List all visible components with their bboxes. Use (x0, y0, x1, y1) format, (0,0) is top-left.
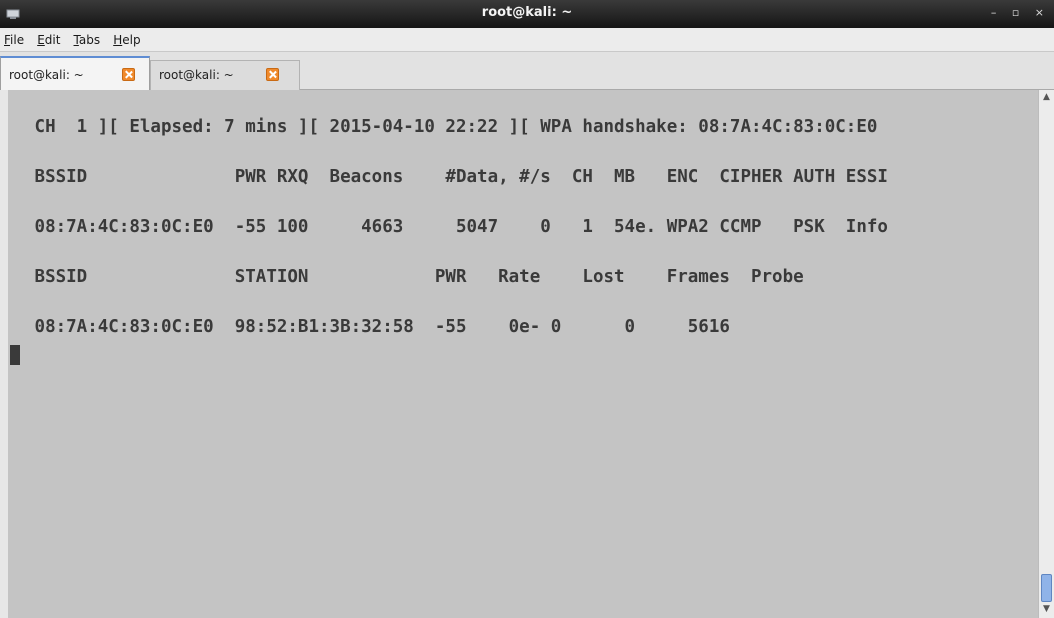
tab-close-icon[interactable] (122, 68, 135, 81)
maximize-icon[interactable]: ▫ (1012, 6, 1025, 19)
menu-edit[interactable]: Edit (37, 28, 60, 52)
terminal-line-ap-row: 08:7A:4C:83:0C:E0 -55 100 4663 5047 0 1 … (24, 217, 888, 237)
tab-bar: root@kali: ~ root@kali: ~ (0, 52, 1054, 90)
window-frame (0, 90, 8, 618)
terminal-output[interactable]: CH 1 ][ Elapsed: 7 mins ][ 2015-04-10 22… (8, 90, 1038, 618)
menu-help[interactable]: Help (113, 28, 140, 52)
terminal-line-station-row: 08:7A:4C:83:0C:E0 98:52:B1:3B:32:58 -55 … (24, 317, 730, 337)
tab-label: root@kali: ~ (159, 68, 234, 82)
scroll-down-icon[interactable]: ▼ (1041, 604, 1052, 615)
tab-terminal-1[interactable]: root@kali: ~ (0, 56, 150, 90)
tab-terminal-2[interactable]: root@kali: ~ (150, 60, 300, 90)
window-title: root@kali: ~ (481, 5, 573, 20)
scroll-up-icon[interactable]: ▲ (1041, 92, 1052, 103)
window-controls: – ▫ × (991, 6, 1050, 20)
scrollbar-thumb[interactable] (1041, 574, 1052, 602)
menu-file[interactable]: File (4, 28, 24, 52)
tab-close-icon[interactable] (266, 68, 279, 81)
terminal-line-status: CH 1 ][ Elapsed: 7 mins ][ 2015-04-10 22… (24, 117, 878, 137)
close-icon[interactable]: × (1035, 6, 1050, 19)
menu-bar: File Edit Tabs Help (0, 28, 1054, 52)
vertical-scrollbar[interactable]: ▲ ▼ (1038, 90, 1054, 618)
terminal-cursor (10, 345, 20, 365)
minimize-icon[interactable]: – (991, 6, 1003, 19)
terminal-line-ap-header: BSSID PWR RXQ Beacons #Data, #/s CH MB E… (24, 167, 888, 187)
terminal-line-station-header: BSSID STATION PWR Rate Lost Frames Probe (24, 267, 804, 287)
window-titlebar[interactable]: root@kali: ~ – ▫ × (0, 0, 1054, 28)
menu-tabs[interactable]: Tabs (74, 28, 101, 52)
tab-label: root@kali: ~ (9, 68, 84, 82)
